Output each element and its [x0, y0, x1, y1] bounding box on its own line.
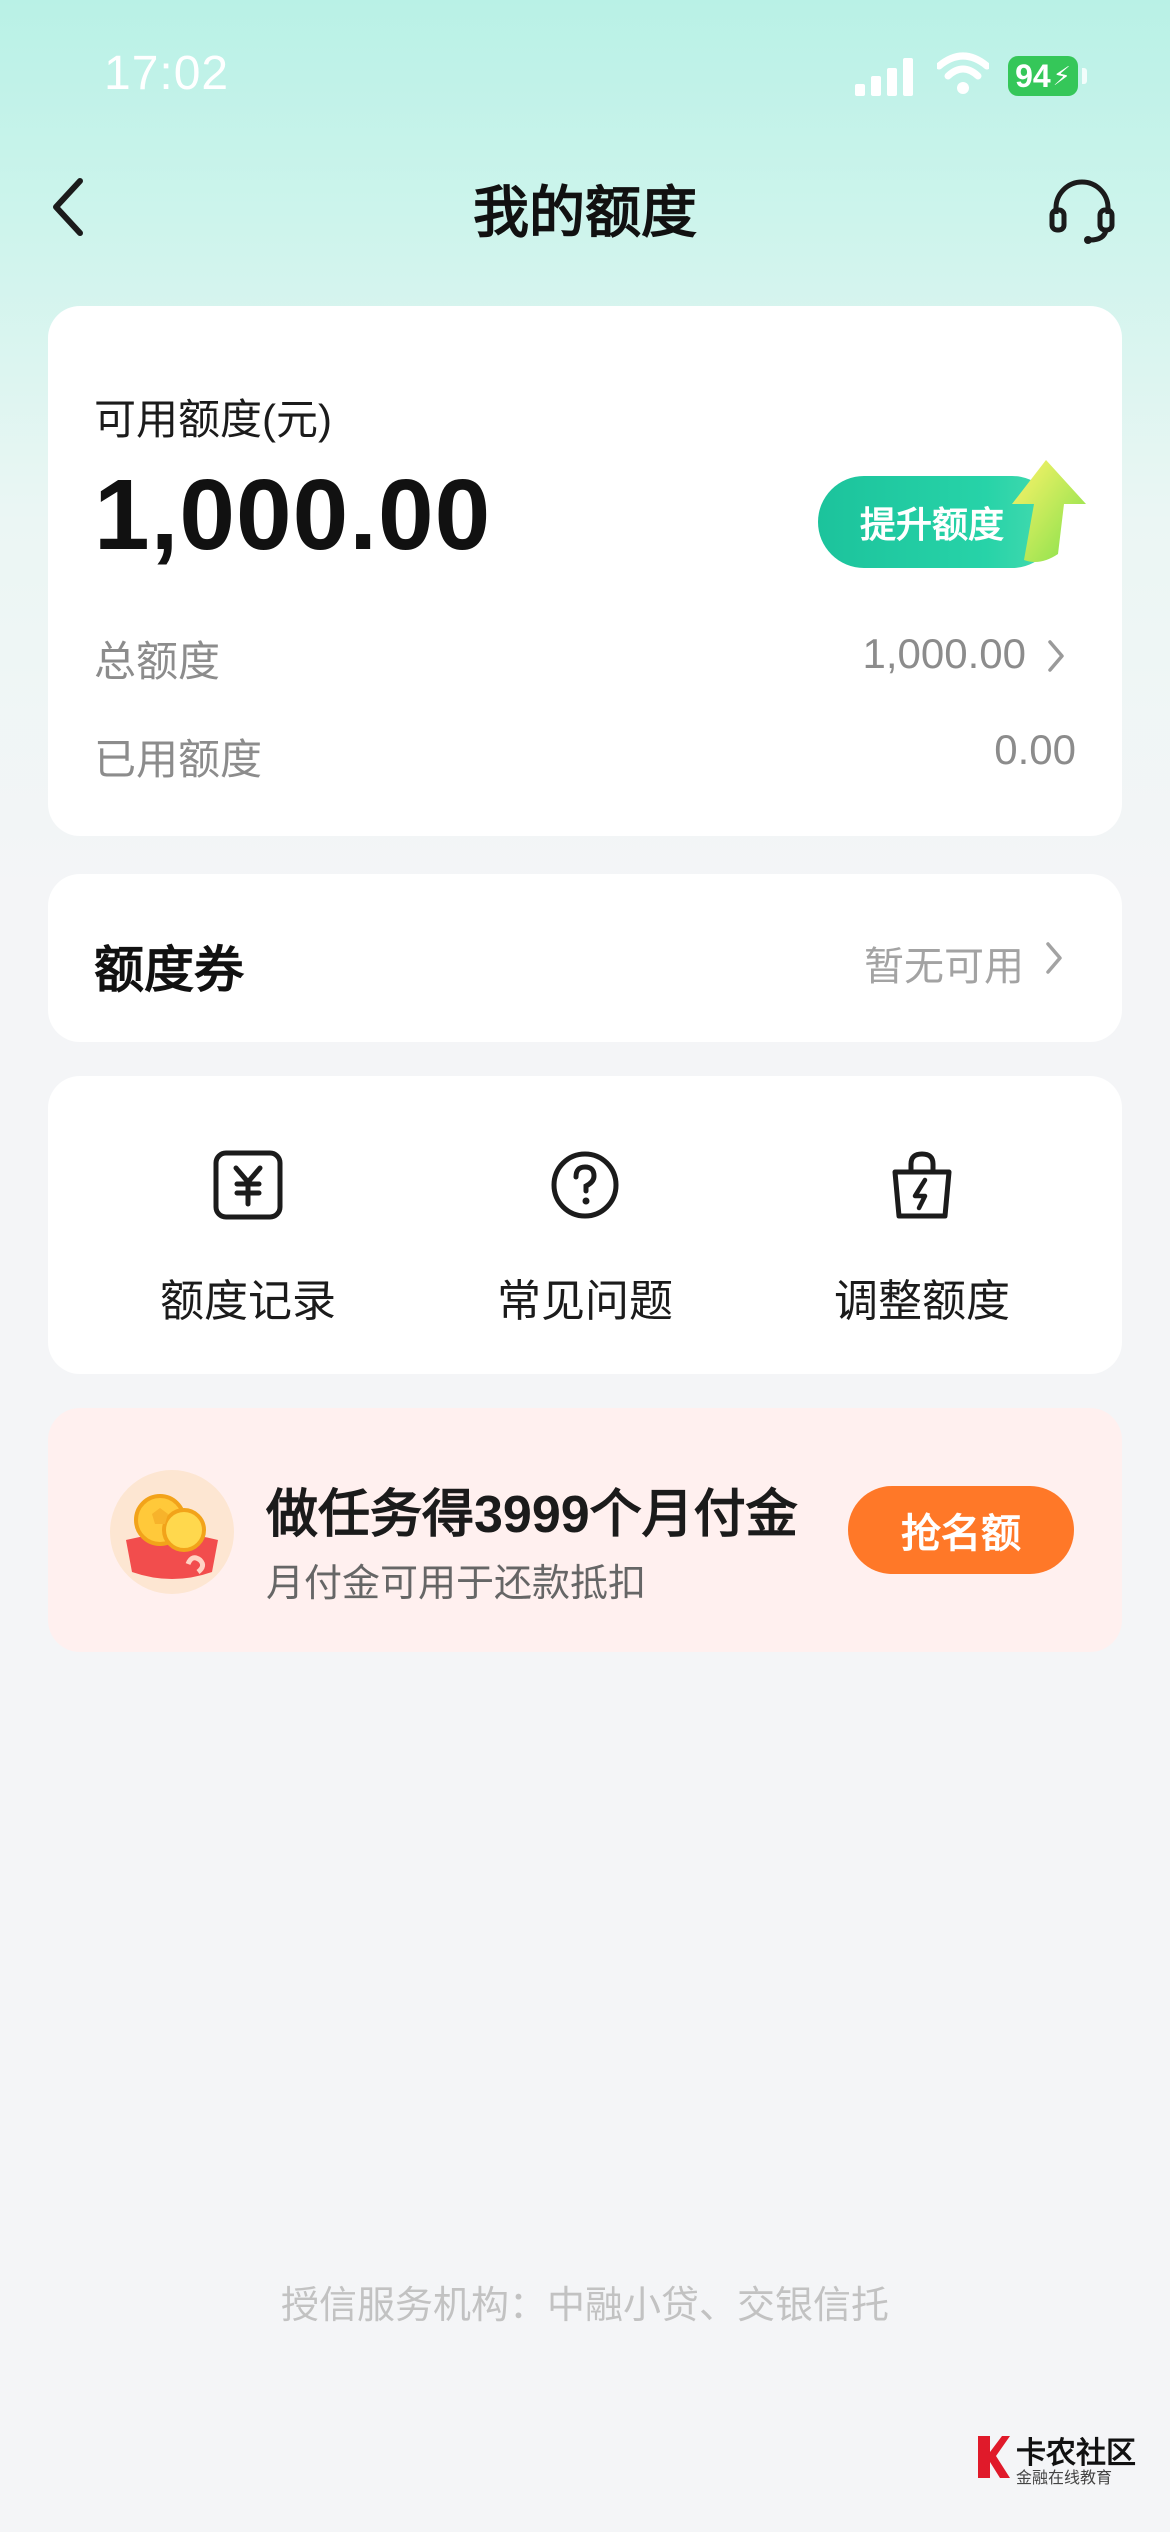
- coin-pouch-icon: [110, 1470, 234, 1594]
- battery-icon: 94 ⚡: [1008, 56, 1078, 96]
- arrow-up-icon: [1012, 460, 1086, 562]
- used-quota-label: 已用额度: [94, 736, 263, 783]
- watermark-tagline: 金融在线教育: [1016, 2470, 1113, 2487]
- bag-lightning-icon: [892, 1151, 952, 1219]
- page-title: 我的额度: [473, 181, 697, 244]
- chevron-right-icon: [1046, 942, 1062, 974]
- promo-title: 做任务得3999个月付金: [266, 1486, 798, 1544]
- chevron-right-icon: [1048, 640, 1064, 672]
- credit-institution-note: 授信服务机构：中融小贷、交银信托: [280, 2285, 889, 2327]
- shortcut-label: 常见问题: [497, 1277, 673, 1326]
- status-time: 17:02: [104, 47, 230, 100]
- wifi-icon: [937, 52, 989, 94]
- shortcut-label: 调整额度: [834, 1277, 1010, 1326]
- total-quota-label: 总额度: [94, 638, 221, 685]
- shortcut-label: 额度记录: [160, 1277, 336, 1326]
- available-quota-amount: 1,000.00: [94, 459, 492, 571]
- total-quota-value: 1,000.00: [862, 630, 1027, 677]
- quota-coupon-status: 暂无可用: [864, 945, 1024, 989]
- raise-quota-label: 提升额度: [860, 504, 1005, 545]
- shortcut-faq[interactable]: 常见问题: [435, 1148, 735, 1329]
- used-quota-value: 0.00: [994, 726, 1076, 773]
- total-quota-row[interactable]: 1,000.00: [760, 626, 1070, 686]
- headset-icon[interactable]: [1046, 174, 1118, 246]
- battery-cap: [1082, 68, 1087, 84]
- kanong-logo-icon: [978, 2436, 1010, 2478]
- question-icon: [551, 1151, 619, 1219]
- shortcut-quota-record[interactable]: 额度记录: [98, 1148, 398, 1329]
- cellular-signal-icon: [855, 58, 915, 96]
- battery-level: 94: [1015, 57, 1051, 94]
- grab-spot-button[interactable]: 抢名额: [848, 1486, 1074, 1574]
- promo-subtitle: 月付金可用于还款抵扣: [266, 1563, 647, 1605]
- available-quota-label: 可用额度(元): [94, 396, 332, 443]
- yuan-record-icon: [213, 1150, 283, 1220]
- quota-coupon-title: 额度券: [94, 942, 244, 998]
- shortcut-adjust-quota[interactable]: 调整额度: [772, 1148, 1072, 1329]
